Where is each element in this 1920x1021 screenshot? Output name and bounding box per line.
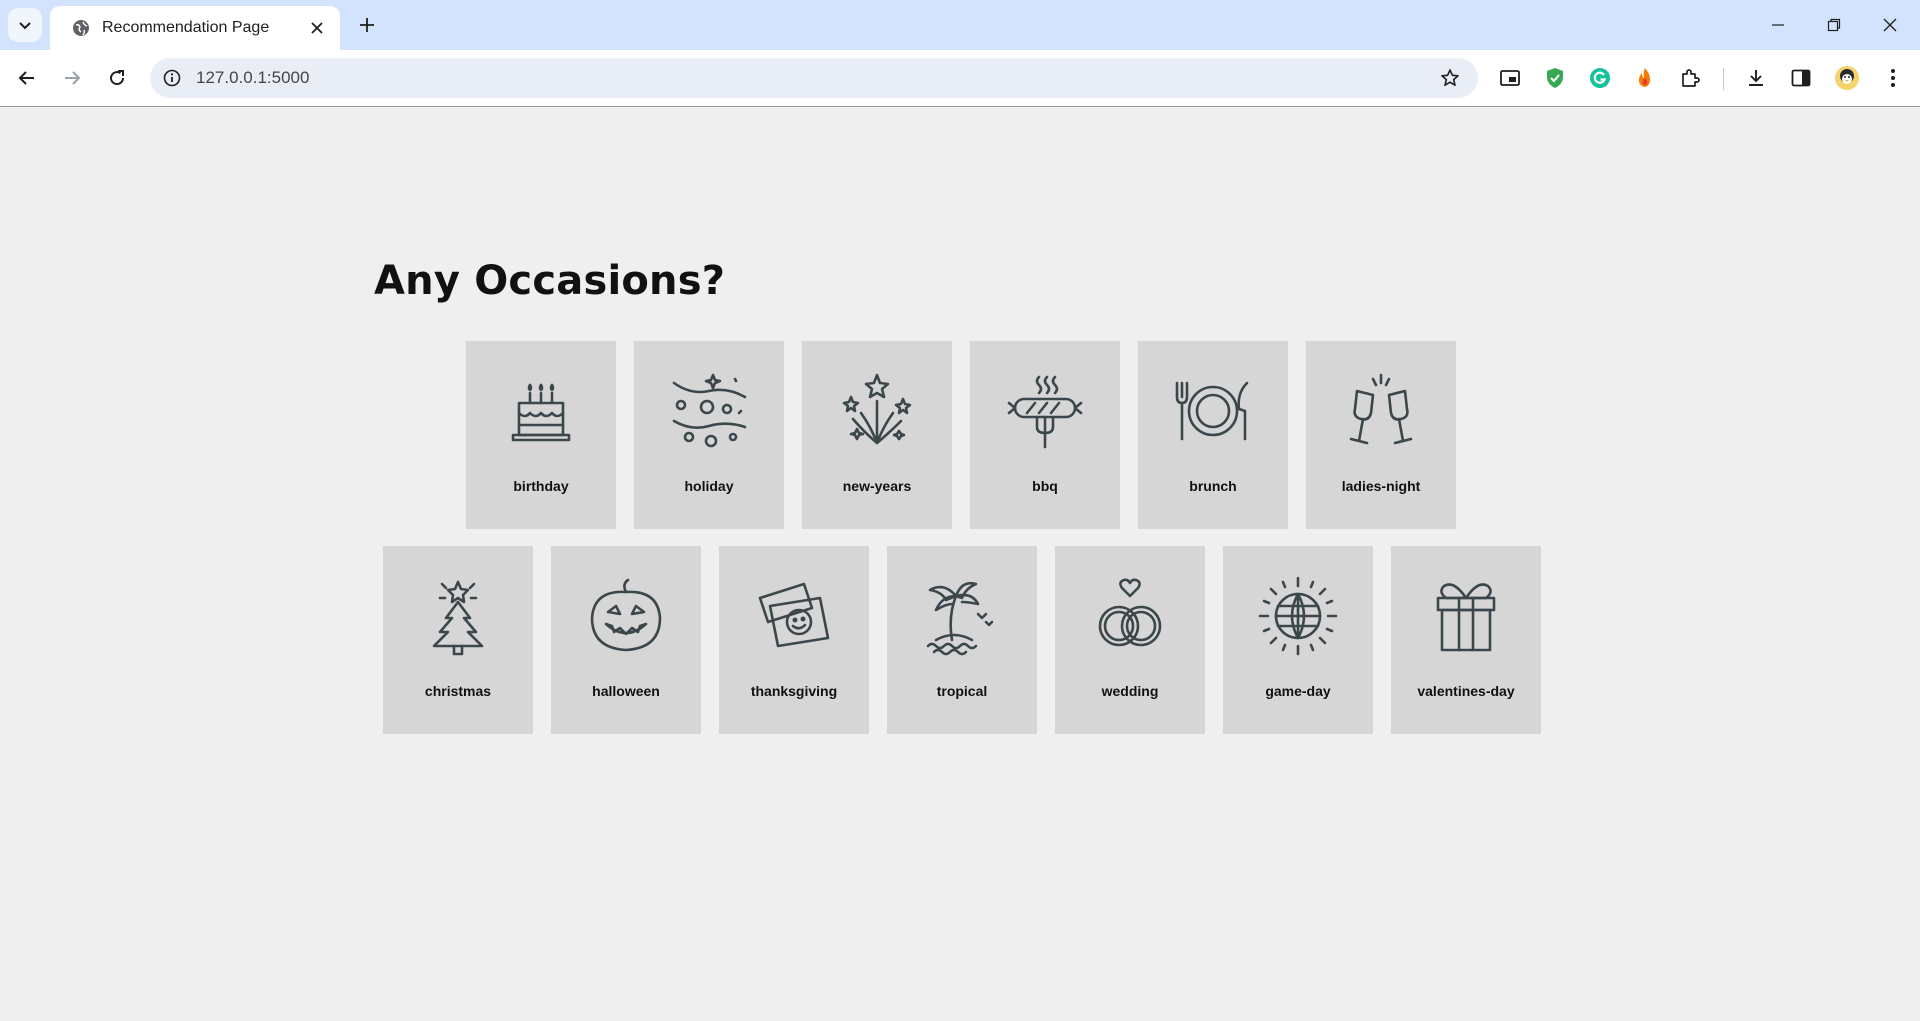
minimize-button[interactable] xyxy=(1750,0,1806,50)
occasion-label: halloween xyxy=(592,683,660,699)
occasion-label: brunch xyxy=(1189,478,1237,494)
wedding-rings-icon xyxy=(1088,574,1172,658)
browser-menu-button[interactable] xyxy=(1876,61,1910,95)
grammarly-icon xyxy=(1590,68,1610,88)
birthday-cake-icon xyxy=(499,369,583,453)
extension-shield-button[interactable] xyxy=(1538,61,1572,95)
side-panel-icon xyxy=(1791,69,1811,87)
occasion-label: tropical xyxy=(936,683,988,699)
occasion-card-thanksgiving[interactable]: thanksgiving xyxy=(719,546,869,734)
arrow-right-icon xyxy=(65,71,81,85)
occasion-row-1: birthday holiday new-years bbq brunch la… xyxy=(466,341,1456,529)
new-tab-button[interactable] xyxy=(352,10,382,40)
fireworks-icon xyxy=(835,369,919,453)
tab-strip: Recommendation Page xyxy=(0,0,1920,50)
address-bar[interactable]: 127.0.0.1:5000 xyxy=(150,58,1478,98)
occasion-row-2: christmas halloween thanksgiving tropica… xyxy=(383,546,1541,734)
extension-fire-button[interactable] xyxy=(1628,61,1662,95)
reload-button[interactable] xyxy=(99,60,135,96)
occasion-label: bbq xyxy=(1032,478,1058,494)
forward-button[interactable] xyxy=(54,60,90,96)
minimize-icon xyxy=(1772,24,1784,26)
chevron-down-icon xyxy=(19,22,31,30)
occasion-card-holiday[interactable]: holiday xyxy=(634,341,784,529)
occasion-label: wedding xyxy=(1101,683,1159,699)
toolbar-divider xyxy=(1723,68,1724,90)
occasion-card-bbq[interactable]: bbq xyxy=(970,341,1120,529)
occasion-label: ladies-night xyxy=(1341,478,1421,494)
page-title: Any Occasions? xyxy=(374,258,726,304)
occasion-label: new-years xyxy=(842,478,912,494)
occasion-card-tropical[interactable]: tropical xyxy=(887,546,1037,734)
extension-grammarly-button[interactable] xyxy=(1583,61,1617,95)
occasion-card-halloween[interactable]: halloween xyxy=(551,546,701,734)
arrow-left-icon xyxy=(18,71,34,85)
site-info-button[interactable] xyxy=(154,60,190,96)
url-text[interactable]: 127.0.0.1:5000 xyxy=(196,68,1432,88)
occasion-card-new-years[interactable]: new-years xyxy=(802,341,952,529)
close-icon xyxy=(1883,18,1897,32)
occasion-card-wedding[interactable]: wedding xyxy=(1055,546,1205,734)
occasion-card-birthday[interactable]: birthday xyxy=(466,341,616,529)
occasion-label: birthday xyxy=(513,478,569,494)
occasion-card-ladies-night[interactable]: ladies-night xyxy=(1306,341,1456,529)
plus-icon xyxy=(360,18,374,32)
restore-icon xyxy=(1827,18,1841,32)
occasion-label: thanksgiving xyxy=(750,683,838,699)
download-icon xyxy=(1749,70,1763,86)
photos-icon xyxy=(752,574,836,658)
occasion-label: holiday xyxy=(684,478,734,494)
pumpkin-icon xyxy=(584,574,668,658)
globe-icon xyxy=(73,20,89,36)
profile-button[interactable] xyxy=(1830,61,1864,95)
downloads-button[interactable] xyxy=(1739,61,1773,95)
star-icon xyxy=(1441,69,1459,86)
info-icon xyxy=(163,69,181,87)
occasion-label: game-day xyxy=(1265,683,1331,699)
side-panel-button[interactable] xyxy=(1784,61,1818,95)
close-window-button[interactable] xyxy=(1862,0,1918,50)
occasion-label: valentines-day xyxy=(1417,683,1515,699)
avatar xyxy=(1835,66,1859,90)
close-icon xyxy=(311,22,323,34)
occasion-card-game-day[interactable]: game-day xyxy=(1223,546,1373,734)
champagne-glasses-icon xyxy=(1339,369,1423,453)
gift-box-icon xyxy=(1424,574,1508,658)
extensions-button[interactable] xyxy=(1673,61,1707,95)
disco-ball-icon xyxy=(1256,574,1340,658)
confetti-icon xyxy=(667,369,751,453)
sausage-fork-icon xyxy=(1003,369,1087,453)
back-button[interactable] xyxy=(9,60,45,96)
reload-icon xyxy=(110,70,125,86)
bookmark-button[interactable] xyxy=(1432,60,1468,96)
picture-in-picture-button[interactable] xyxy=(1493,61,1527,95)
browser-tab[interactable]: Recommendation Page xyxy=(50,6,340,50)
plate-cutlery-icon xyxy=(1171,369,1255,453)
occasion-label: christmas xyxy=(424,683,492,699)
tab-search-button[interactable] xyxy=(8,8,42,42)
shield-icon xyxy=(1547,68,1563,88)
tab-close-button[interactable] xyxy=(306,17,328,39)
occasion-card-valentines-day[interactable]: valentines-day xyxy=(1391,546,1541,734)
picture-in-picture-icon xyxy=(1500,70,1520,86)
browser-toolbar: 127.0.0.1:5000 xyxy=(0,50,1920,107)
palm-tree-icon xyxy=(920,574,1004,658)
tab-title: Recommendation Page xyxy=(102,19,270,36)
christmas-tree-icon xyxy=(416,574,500,658)
occasion-card-brunch[interactable]: brunch xyxy=(1138,341,1288,529)
occasion-card-christmas[interactable]: christmas xyxy=(383,546,533,734)
restore-button[interactable] xyxy=(1806,0,1862,50)
flame-icon xyxy=(1639,68,1650,87)
puzzle-icon xyxy=(1682,69,1700,87)
more-vertical-icon xyxy=(1891,69,1895,87)
